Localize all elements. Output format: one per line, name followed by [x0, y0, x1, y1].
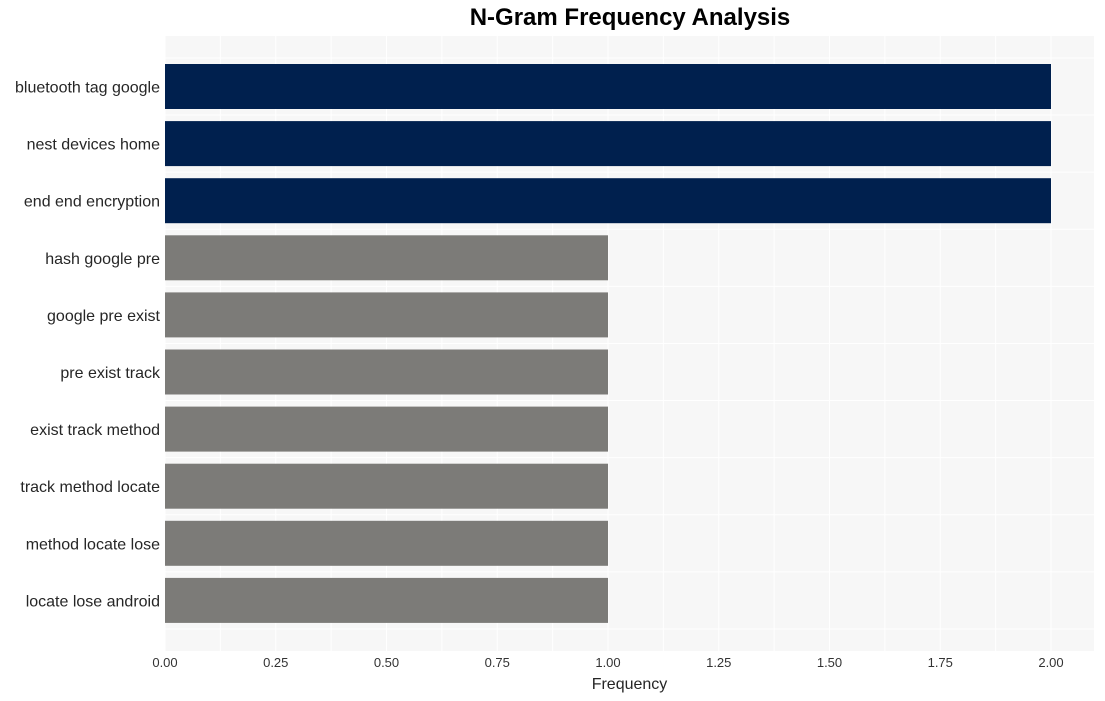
y-tick-label: track method locate: [20, 479, 160, 496]
x-tick-label: 0.75: [485, 655, 510, 670]
x-tick-label: 1.00: [595, 655, 620, 670]
bar-method-locate-lose: [165, 520, 608, 566]
bar-pre-exist-track: [165, 349, 608, 395]
y-tick-label: end end encryption: [24, 194, 160, 211]
bar-track-method-locate: [165, 463, 608, 509]
x-tick-label: 1.75: [928, 655, 953, 670]
y-tick-label: locate lose android: [26, 593, 160, 610]
bar-chart: bluetooth tag google nest devices home end…: [15, 36, 1094, 693]
y-tick-label: google pre exist: [47, 308, 161, 325]
bar-google-pre-exist: [165, 292, 608, 338]
y-tick-label: exist track method: [30, 422, 160, 439]
x-tick-label: 0.50: [374, 655, 399, 670]
bar-locate-lose-android: [165, 577, 608, 623]
bar-nest-devices-home: [165, 121, 1051, 167]
x-tick-label: 0.25: [263, 655, 288, 670]
bar-end-end-encryption: [165, 178, 1051, 224]
bar-bluetooth-tag-google: [165, 64, 1051, 109]
x-tick-label: 1.25: [706, 655, 731, 670]
bar-hash-google-pre: [165, 235, 608, 281]
y-axis-labels: bluetooth tag google nest devices home end…: [15, 80, 161, 611]
y-tick-label: nest devices home: [27, 137, 161, 154]
y-tick-label: hash google pre: [45, 251, 160, 268]
y-tick-label: pre exist track: [60, 365, 161, 382]
x-tick-label: 2.00: [1038, 655, 1063, 670]
y-tick-label: bluetooth tag google: [15, 80, 160, 97]
x-axis-ticks: 0.00 0.25 0.50 0.75 1.00 1.25 1.50 1.75 2.00: [152, 655, 1063, 670]
x-axis-label: Frequency: [592, 676, 668, 693]
y-tick-label: method locate lose: [26, 536, 160, 553]
x-tick-label: 0.00: [152, 655, 177, 670]
bar-exist-track-method: [165, 406, 608, 452]
x-tick-label: 1.50: [817, 655, 842, 670]
